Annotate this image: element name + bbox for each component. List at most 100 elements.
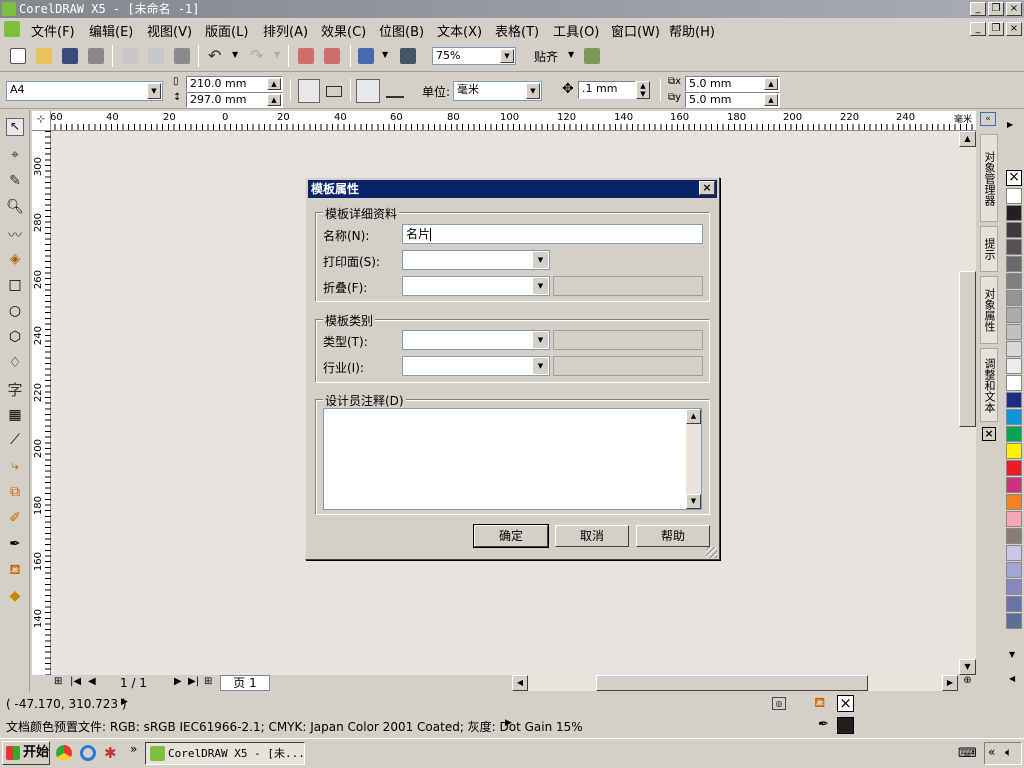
undo-icon[interactable]: ↶ xyxy=(208,46,221,65)
scroll-down-icon[interactable]: ▼ xyxy=(959,659,976,675)
doc-close-button[interactable]: × xyxy=(1006,22,1022,36)
taskbar-coreldraw-button[interactable]: CorelDRAW X5 - [未... xyxy=(145,742,305,765)
tray-expand-icon[interactable]: « xyxy=(988,745,995,759)
no-fill-indicator[interactable]: × xyxy=(837,695,854,712)
menu-table[interactable]: 表格(T) xyxy=(495,21,539,40)
profile-expand-icon[interactable]: ▶ xyxy=(505,718,512,728)
snap-dropdown-icon[interactable]: ▼ xyxy=(568,50,574,59)
crop-tool-icon[interactable]: ✎ xyxy=(6,173,24,191)
palette-scroll-up-icon[interactable]: ▶ xyxy=(1007,120,1013,129)
chevron-down-icon[interactable]: ▼ xyxy=(533,252,548,268)
color-swatch[interactable] xyxy=(1006,341,1022,357)
duplicate-y-field[interactable]: 5.0 mm ▲ xyxy=(685,92,780,108)
vertical-ruler[interactable]: 300 280 260 240 220 200 180 160 140 xyxy=(32,131,51,675)
fill-indicator-icon[interactable]: ⛾ xyxy=(814,695,825,713)
nudge-distance-field[interactable]: .1 mm xyxy=(578,81,636,99)
menu-effects[interactable]: 效果(C) xyxy=(321,21,366,40)
menu-layout[interactable]: 版面(L) xyxy=(205,21,248,40)
color-swatch[interactable] xyxy=(1006,375,1022,391)
all-pages-icon[interactable] xyxy=(356,79,380,103)
scroll-left-icon[interactable]: ◀ xyxy=(512,675,528,691)
zoom-tool-icon[interactable]: 🔍︎ xyxy=(6,199,24,217)
docker-tab-hints[interactable]: 提示 xyxy=(980,226,998,272)
last-page-icon[interactable]: ▶| xyxy=(188,676,199,687)
volume-icon[interactable]: 🔈︎ xyxy=(1005,745,1012,760)
next-page-icon[interactable]: ▶ xyxy=(174,676,182,687)
duplicate-x-field[interactable]: 5.0 mm ▲ xyxy=(685,76,780,92)
chevron-down-icon[interactable]: ▼ xyxy=(147,83,161,99)
designer-notes-textarea[interactable]: ▲ ▼ xyxy=(323,408,702,510)
print-icon[interactable] xyxy=(88,48,104,64)
doc-restore-button[interactable]: ❐ xyxy=(988,22,1004,36)
connector-tool-icon[interactable]: ⤷ xyxy=(6,458,24,476)
color-profile-info[interactable]: 文档颜色预置文件: RGB: sRGB IEC61966-2.1; CMYK: … xyxy=(6,718,583,735)
redo-dropdown-icon[interactable]: ▼ xyxy=(274,50,280,59)
basic-shapes-tool-icon[interactable]: ♢ xyxy=(6,355,24,373)
color-swatch[interactable] xyxy=(1006,324,1022,340)
interactive-fill-tool-icon[interactable]: ◆ xyxy=(6,588,24,606)
minimize-button[interactable]: _ xyxy=(970,2,986,16)
export-icon[interactable] xyxy=(324,48,340,64)
notes-scroll-down-icon[interactable]: ▼ xyxy=(686,494,701,509)
launcher-dropdown-icon[interactable]: ▼ xyxy=(382,50,388,59)
previous-page-icon[interactable]: ◀ xyxy=(88,676,96,687)
redo-icon[interactable]: ↷ xyxy=(250,46,263,65)
shape-tool-icon[interactable]: ⌖ xyxy=(6,147,24,165)
scroll-right-icon[interactable]: ▶ xyxy=(942,675,958,691)
chevron-down-icon[interactable]: ▼ xyxy=(533,332,548,348)
save-icon[interactable] xyxy=(62,48,78,64)
horizontal-scrollbar[interactable]: ◀ ▶ xyxy=(512,675,958,691)
freehand-tool-icon[interactable]: 〰 xyxy=(6,225,24,244)
chevron-down-icon[interactable]: ▼ xyxy=(526,83,540,99)
help-button[interactable]: 帮助 xyxy=(636,525,710,547)
text-tool-icon[interactable]: 字 xyxy=(6,379,24,399)
ok-button[interactable]: 确定 xyxy=(473,524,549,548)
color-swatch[interactable] xyxy=(1006,239,1022,255)
chevron-down-icon[interactable]: ▼ xyxy=(500,49,514,63)
color-swatch[interactable] xyxy=(1006,511,1022,527)
rectangle-tool-icon[interactable]: □ xyxy=(6,277,24,295)
pick-tool-icon[interactable]: ↖ xyxy=(6,118,24,136)
color-swatch[interactable] xyxy=(1006,562,1022,578)
current-page-icon[interactable] xyxy=(386,84,404,98)
color-swatch[interactable] xyxy=(1006,460,1022,476)
ellipse-tool-icon[interactable]: ○ xyxy=(6,303,24,321)
spin-icon[interactable]: ▲ xyxy=(764,94,778,106)
color-swatch[interactable] xyxy=(1006,358,1022,374)
industry-dropdown[interactable]: ▼ xyxy=(402,356,550,376)
keyboard-icon[interactable]: ⌨ xyxy=(958,746,977,761)
color-swatch[interactable] xyxy=(1006,205,1022,221)
cancel-button[interactable]: 取消 xyxy=(555,525,629,547)
snap-to-label[interactable]: 贴齐 xyxy=(534,48,558,65)
chevron-down-icon[interactable]: ▼ xyxy=(533,278,548,294)
table-tool-icon[interactable]: ▦ xyxy=(6,407,24,425)
color-swatch[interactable] xyxy=(1006,426,1022,442)
dimension-tool-icon[interactable]: ⟋ xyxy=(6,432,24,450)
color-swatch[interactable] xyxy=(1006,273,1022,289)
outline-color-indicator[interactable] xyxy=(837,717,854,734)
copy-icon[interactable] xyxy=(148,48,164,64)
docker-close-icon[interactable]: × xyxy=(982,427,996,441)
menu-help[interactable]: 帮助(H) xyxy=(669,21,715,40)
color-swatch[interactable] xyxy=(1006,494,1022,510)
undo-dropdown-icon[interactable]: ▼ xyxy=(232,50,238,59)
smart-fill-tool-icon[interactable]: ◈ xyxy=(6,251,24,269)
color-swatch[interactable] xyxy=(1006,392,1022,408)
dialog-title-bar[interactable]: 模板属性 xyxy=(308,180,717,198)
name-field[interactable]: 名片 xyxy=(402,224,703,244)
more-shortcuts-icon[interactable]: » xyxy=(130,742,137,756)
spin-icon[interactable]: ▲ xyxy=(764,78,778,90)
menu-bitmaps[interactable]: 位图(B) xyxy=(379,21,424,40)
nudge-spin-icon[interactable]: ▲ ▼ xyxy=(636,81,650,99)
page-width-field[interactable]: 210.0 mm ▲ xyxy=(186,76,283,92)
add-page-icon[interactable]: ⊞ xyxy=(54,676,62,687)
welcome-screen-icon[interactable] xyxy=(400,48,416,64)
portrait-icon[interactable] xyxy=(298,79,320,103)
chrome-icon[interactable] xyxy=(56,745,72,761)
status-expand-icon[interactable]: ▶ xyxy=(121,697,128,707)
color-swatch[interactable] xyxy=(1006,290,1022,306)
units-combo[interactable]: 毫米 ▼ xyxy=(453,81,542,101)
import-icon[interactable] xyxy=(298,48,314,64)
new-icon[interactable] xyxy=(10,48,26,64)
outline-tool-icon[interactable]: ✒ xyxy=(6,536,24,554)
